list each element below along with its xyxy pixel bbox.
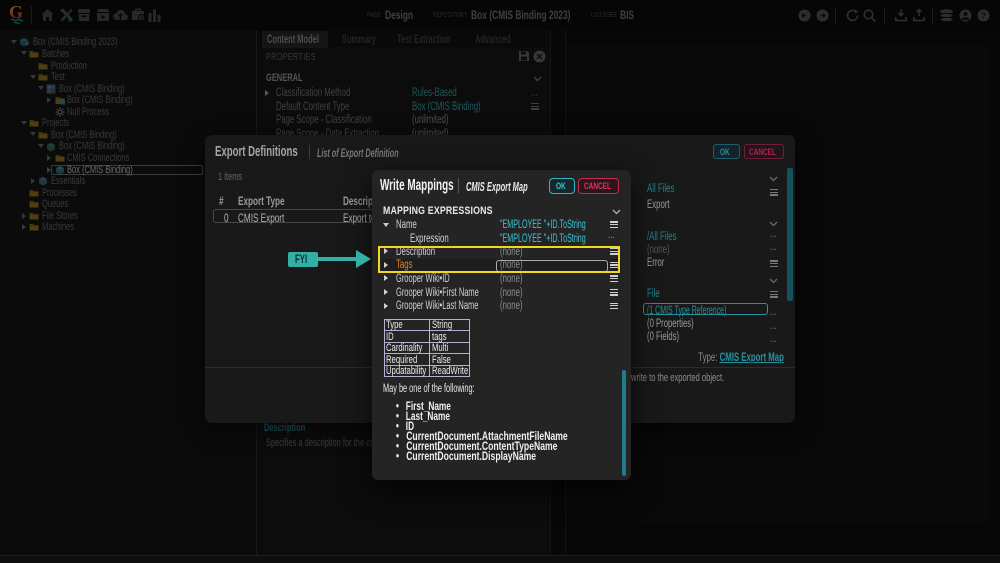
svg-text:?: ?: [981, 11, 986, 21]
